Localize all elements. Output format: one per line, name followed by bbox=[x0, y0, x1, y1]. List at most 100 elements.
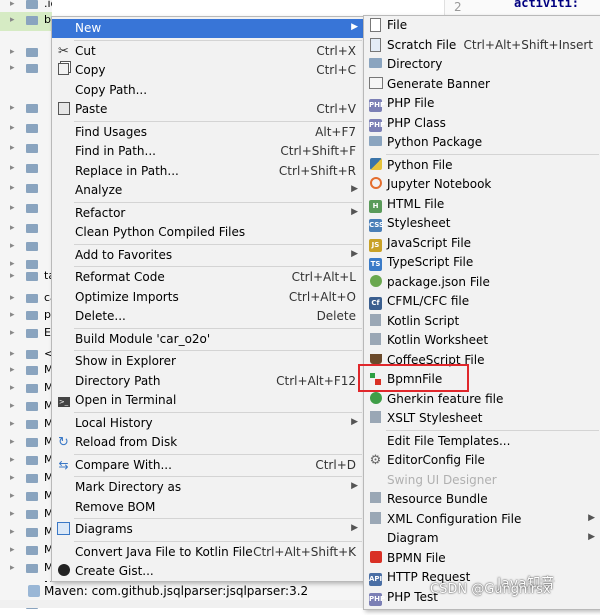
tree-expand-icon[interactable]: ▸ bbox=[10, 15, 15, 25]
tree-expand-icon[interactable]: ▸ bbox=[10, 349, 15, 359]
menu-item-php-class[interactable]: PHP PHP Class bbox=[364, 114, 600, 133]
tree-row[interactable]: ▸M bbox=[0, 452, 52, 471]
tree-row[interactable]: ▸ bbox=[0, 140, 52, 159]
menu-item-edit-file-templates[interactable]: Edit File Templates... bbox=[364, 432, 600, 451]
menu-item-directory[interactable]: Directory bbox=[364, 55, 600, 74]
menu-item-delete[interactable]: Delete... Delete bbox=[52, 307, 364, 326]
menu-item-html-file[interactable]: H HTML File bbox=[364, 195, 600, 214]
tree-row[interactable]: ▸M bbox=[0, 470, 52, 489]
tree-row[interactable]: ▸M bbox=[0, 398, 52, 417]
tree-row[interactable]: ▸ bbox=[0, 100, 52, 119]
tree-row[interactable]: ▸ta bbox=[0, 268, 52, 287]
menu-item-kotlin-script[interactable]: Kotlin Script bbox=[364, 312, 600, 331]
tree-expand-icon[interactable]: ▸ bbox=[10, 183, 15, 193]
menu-item-show-in-explorer[interactable]: Show in Explorer bbox=[52, 352, 364, 371]
tree-expand-icon[interactable]: ▸ bbox=[10, 419, 15, 429]
tree-expand-icon[interactable]: ▸ bbox=[10, 143, 15, 153]
tree-row[interactable]: ▸M bbox=[0, 542, 52, 561]
menu-item-python-file[interactable]: Python File bbox=[364, 156, 600, 175]
menu-item-xml-configuration-file[interactable]: XML Configuration File ▶ bbox=[364, 510, 600, 529]
menu-item-resource-bundle[interactable]: Resource Bundle bbox=[364, 490, 600, 509]
menu-item-convert-java-file-to-kotlin-file[interactable]: Convert Java File to Kotlin File Ctrl+Alt… bbox=[52, 543, 364, 562]
tree-row[interactable]: ▸M bbox=[0, 506, 52, 525]
menu-item-scratch-file[interactable]: Scratch File Ctrl+Alt+Shift+Insert bbox=[364, 36, 600, 55]
menu-item-clean-python-compiled-files[interactable]: Clean Python Compiled Files bbox=[52, 223, 364, 242]
menu-item-directory-path[interactable]: Directory Path Ctrl+Alt+F12 bbox=[52, 372, 364, 391]
menu-item-copy[interactable]: Copy Ctrl+C bbox=[52, 61, 364, 80]
tree-row[interactable]: ▸M bbox=[0, 488, 52, 507]
tree-expand-icon[interactable]: ▸ bbox=[10, 47, 15, 57]
menu-item-build-module-car-o2o[interactable]: Build Module 'car_o2o' bbox=[52, 330, 364, 349]
menu-item-diagrams[interactable]: Diagrams ▶ bbox=[52, 520, 364, 539]
tree-row[interactable]: ▸ bbox=[0, 220, 52, 239]
menu-item-reload-from-disk[interactable]: ↻ Reload from Disk bbox=[52, 433, 364, 452]
tree-row[interactable]: ▸M bbox=[0, 416, 52, 435]
menu-item-add-to-favorites[interactable]: Add to Favorites ▶ bbox=[52, 246, 364, 265]
tree-row[interactable]: ▸ bbox=[0, 60, 52, 79]
tree-expand-icon[interactable]: ▸ bbox=[10, 473, 15, 483]
tree-expand-icon[interactable]: ▸ bbox=[10, 455, 15, 465]
tree-row[interactable]: ▸ bbox=[0, 200, 52, 219]
menu-item-replace-in-path[interactable]: Replace in Path... Ctrl+Shift+R bbox=[52, 162, 364, 181]
tree-expand-icon[interactable]: ▸ bbox=[10, 271, 15, 281]
tree-expand-icon[interactable]: ▸ bbox=[10, 241, 15, 251]
tree-row[interactable]: ▸ p bbox=[0, 307, 52, 326]
tree-row[interactable]: ▸ bbox=[0, 120, 52, 139]
menu-item-javascript-file[interactable]: JS JavaScript File bbox=[364, 234, 600, 253]
menu-item-refactor[interactable]: Refactor ▶ bbox=[52, 204, 364, 223]
tree-expand-icon[interactable]: ▸ bbox=[10, 491, 15, 501]
tree-expand-icon[interactable]: ▸ bbox=[10, 365, 15, 375]
menu-item-stylesheet[interactable]: CSS Stylesheet bbox=[364, 214, 600, 233]
tree-expand-icon[interactable]: ▸ bbox=[10, 328, 15, 338]
menu-item-gherkin-feature-file[interactable]: Gherkin feature file bbox=[364, 390, 600, 409]
menu-item-find-usages[interactable]: Find Usages Alt+F7 bbox=[52, 123, 364, 142]
menu-item-analyze[interactable]: Analyze ▶ bbox=[52, 181, 364, 200]
menu-item-copy-path[interactable]: Copy Path... bbox=[52, 81, 364, 100]
tree-row[interactable]: ▸M bbox=[0, 524, 52, 543]
menu-item-kotlin-worksheet[interactable]: Kotlin Worksheet bbox=[364, 331, 600, 350]
menu-item-php-file[interactable]: PHP PHP File bbox=[364, 94, 600, 113]
menu-item-bpmn-file[interactable]: BPMN File bbox=[364, 549, 600, 568]
tree-expand-icon[interactable]: ▸ bbox=[10, 63, 15, 73]
tree-expand-icon[interactable]: ▸ bbox=[10, 383, 15, 393]
tree-expand-icon[interactable]: ▸ bbox=[10, 509, 15, 519]
menu-item-cut[interactable]: ✂ Cut Ctrl+X bbox=[52, 42, 364, 61]
tree-row[interactable]: ▸Exter bbox=[0, 325, 52, 344]
menu-item-xslt-stylesheet[interactable]: XSLT Stylesheet bbox=[364, 409, 600, 428]
menu-item-compare-with[interactable]: ⇆ Compare With... Ctrl+D bbox=[52, 456, 364, 475]
tree-expand-icon[interactable]: ▸ bbox=[10, 527, 15, 537]
tree-expand-icon[interactable]: ▸ bbox=[10, 545, 15, 555]
tree-row[interactable]: ▸M bbox=[0, 560, 52, 579]
tree-row[interactable]: ▸ bbox=[0, 160, 52, 179]
tree-expand-icon[interactable]: ▸ bbox=[10, 293, 15, 303]
tree-row[interactable]: ▸ bbox=[0, 180, 52, 199]
menu-item-package-json-file[interactable]: package.json File bbox=[364, 273, 600, 292]
tree-row[interactable]: ▸M bbox=[0, 362, 52, 381]
menu-item-typescript-file[interactable]: TS TypeScript File bbox=[364, 253, 600, 272]
tree-row[interactable]: ▸M bbox=[0, 380, 52, 399]
maven-library-row[interactable]: Maven: com.github.jsqlparser:jsqlparser:… bbox=[0, 582, 364, 600]
tree-row[interactable]: ▸bpmn bbox=[0, 12, 52, 31]
menu-item-file[interactable]: File bbox=[364, 16, 600, 35]
menu-item-cfml-cfc-file[interactable]: Cf CFML/CFC file bbox=[364, 292, 600, 311]
menu-item-mark-directory-as[interactable]: Mark Directory as ▶ bbox=[52, 478, 364, 497]
tree-expand-icon[interactable]: ▸ bbox=[10, 223, 15, 233]
tree-expand-icon[interactable]: ▸ bbox=[10, 103, 15, 113]
tree-expand-icon[interactable]: ▸ bbox=[10, 310, 15, 320]
menu-item-optimize-imports[interactable]: Optimize Imports Ctrl+Alt+O bbox=[52, 288, 364, 307]
tree-row[interactable]: ▸M bbox=[0, 434, 52, 453]
menu-item-paste[interactable]: Paste Ctrl+V bbox=[52, 100, 364, 119]
tree-expand-icon[interactable]: ▸ bbox=[10, 163, 15, 173]
tree-expand-icon[interactable]: ▸ bbox=[10, 563, 15, 573]
menu-item-python-package[interactable]: Python Package bbox=[364, 133, 600, 152]
menu-item-local-history[interactable]: Local History ▶ bbox=[52, 414, 364, 433]
menu-item-reformat-code[interactable]: Reformat Code Ctrl+Alt+L bbox=[52, 268, 364, 287]
menu-item-editorconfig-file[interactable]: ⚙ EditorConfig File bbox=[364, 451, 600, 470]
menu-item-generate-banner[interactable]: Generate Banner bbox=[364, 75, 600, 94]
menu-item-new[interactable]: New ▶ bbox=[52, 19, 364, 38]
menu-item-find-in-path[interactable]: Find in Path... Ctrl+Shift+F bbox=[52, 142, 364, 161]
menu-item-create-gist[interactable]: Create Gist... bbox=[52, 562, 364, 581]
tree-expand-icon[interactable]: ▸ bbox=[10, 437, 15, 447]
menu-item-remove-bom[interactable]: Remove BOM bbox=[52, 498, 364, 517]
menu-item-jupyter-notebook[interactable]: Jupyter Notebook bbox=[364, 175, 600, 194]
